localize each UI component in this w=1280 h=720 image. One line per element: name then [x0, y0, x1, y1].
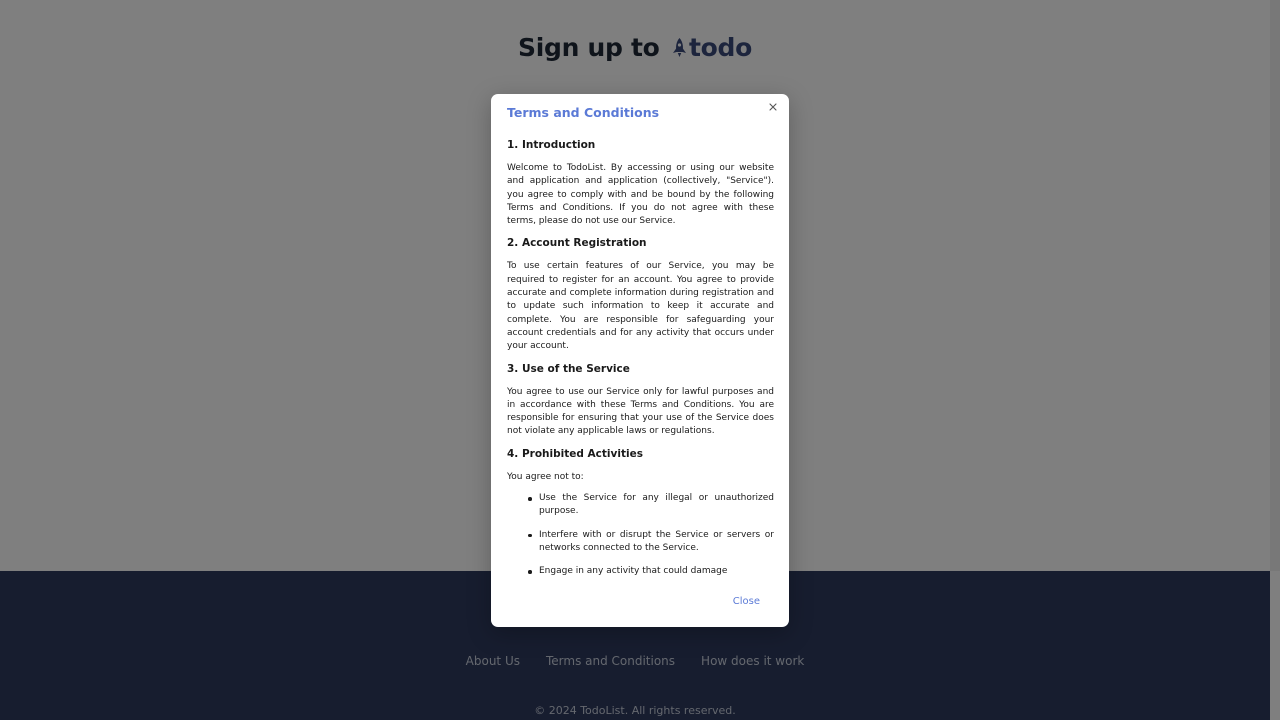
prohibited-list: Use the Service for any illegal or unaut… [528, 492, 774, 578]
section-text-account-registration: To use certain features of our Service, … [507, 261, 774, 352]
modal-body[interactable]: 1. Introduction Welcome to TodoList. By … [507, 138, 774, 581]
section-heading-use-of-service: 3. Use of the Service [507, 362, 630, 375]
section-text-prohibited-activities: You agree not to: [507, 471, 584, 482]
section-text-introduction: Welcome to TodoList. By accessing or usi… [507, 163, 774, 227]
close-icon[interactable] [766, 100, 780, 114]
section-heading-account-registration: 2. Account Registration [507, 237, 647, 250]
list-item: Use the Service for any illegal or unaut… [528, 492, 774, 519]
list-item: Interfere with or disrupt the Service or… [528, 529, 774, 556]
section-text-use-of-service: You agree to use our Service only for la… [507, 386, 774, 437]
section-heading-introduction: 1. Introduction [507, 139, 596, 151]
section-heading-prohibited-activities: 4. Prohibited Activities [507, 447, 643, 460]
modal-title: Terms and Conditions [507, 105, 660, 120]
close-button[interactable]: Close [733, 596, 760, 607]
list-item: Engage in any activity that could damage [528, 565, 774, 578]
terms-modal: Terms and Conditions 1. Introduction Wel… [491, 94, 789, 627]
